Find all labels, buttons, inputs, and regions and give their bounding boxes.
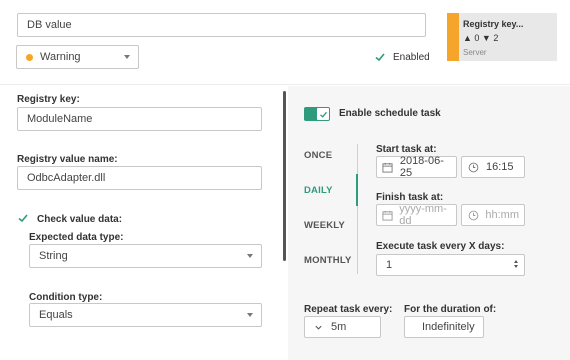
- stepper-arrows-icon[interactable]: [514, 260, 518, 268]
- finish-task-label: Finish task at:: [376, 192, 444, 203]
- every-x-days-value: 1: [386, 259, 393, 271]
- enabled-label: Enabled: [393, 52, 430, 63]
- chevron-down-icon: [247, 254, 253, 258]
- active-tab-indicator: [356, 174, 358, 206]
- tab-daily[interactable]: DAILY: [304, 185, 333, 196]
- db-value-input[interactable]: DB value: [17, 13, 426, 37]
- chevron-down-icon: [247, 313, 253, 317]
- start-date-value: 2018-06-25: [399, 155, 444, 179]
- warning-dot-icon: [26, 53, 33, 61]
- repeat-label: Repeat task every:: [304, 304, 393, 315]
- schedule-panel: Enable schedule task ONCE DAILY WEEKLY M…: [288, 86, 570, 360]
- schedule-enable-label: Enable schedule task: [339, 108, 441, 119]
- repeat-select[interactable]: 5m: [304, 316, 381, 338]
- clock-icon: [467, 161, 480, 174]
- duration-label: For the duration of:: [404, 304, 497, 315]
- condition-type-select[interactable]: Equals: [29, 303, 262, 327]
- registry-value-name-label: Registry value name:: [17, 154, 118, 165]
- check-value-label: Check value data:: [37, 214, 123, 225]
- repeat-value: 5m: [331, 321, 347, 333]
- calendar-icon: [382, 161, 394, 174]
- schedule-toggle[interactable]: [304, 107, 330, 121]
- card-subtitle: Server: [463, 48, 487, 57]
- condition-type-value: Equals: [39, 309, 73, 321]
- severity-value: Warning: [40, 51, 81, 63]
- expected-type-value: String: [39, 250, 68, 262]
- status-accent-bar: [447, 13, 459, 61]
- duration-select[interactable]: Indefinitely: [404, 316, 484, 338]
- registry-value-name-value: OdbcAdapter.dll: [27, 172, 106, 184]
- check-icon: [317, 108, 329, 120]
- registry-key-input[interactable]: ModuleName: [17, 107, 262, 131]
- tab-divider: [357, 144, 358, 274]
- start-task-label: Start task at:: [376, 144, 437, 155]
- finish-date-input[interactable]: yyyy-mm-dd: [376, 203, 457, 227]
- calendar-icon: [382, 209, 393, 222]
- tab-weekly[interactable]: WEEKLY: [304, 220, 345, 231]
- finish-time-input[interactable]: hh:mm: [461, 204, 525, 226]
- tab-once[interactable]: ONCE: [304, 150, 332, 161]
- finish-date-placeholder: yyyy-mm-dd: [399, 203, 447, 227]
- duration-value: Indefinitely: [422, 321, 475, 333]
- card-counts: ▲ 0 ▼ 2: [463, 33, 499, 43]
- every-x-days-label: Execute task every X days:: [376, 241, 505, 252]
- expected-type-label: Expected data type:: [29, 232, 124, 243]
- enabled-checkbox[interactable]: [374, 51, 386, 63]
- start-time-value: 16:15: [486, 161, 514, 173]
- chevron-down-icon: [315, 325, 322, 330]
- every-x-days-stepper[interactable]: 1: [376, 254, 525, 276]
- start-date-input[interactable]: 2018-06-25: [376, 155, 457, 179]
- registry-value-name-input[interactable]: OdbcAdapter.dll: [17, 166, 262, 190]
- start-time-input[interactable]: 16:15: [461, 156, 525, 178]
- db-value-text: DB value: [27, 19, 72, 31]
- check-value-checkbox[interactable]: [17, 212, 29, 224]
- condition-type-label: Condition type:: [29, 292, 103, 303]
- severity-select[interactable]: Warning: [16, 45, 139, 69]
- section-divider: [0, 84, 570, 85]
- registry-status-card[interactable]: Registry key... ▲ 0 ▼ 2 Server: [447, 13, 557, 61]
- chevron-down-icon: [124, 55, 130, 59]
- registry-key-label: Registry key:: [17, 94, 80, 105]
- card-title: Registry key...: [463, 19, 524, 29]
- left-scrollbar[interactable]: [283, 91, 286, 261]
- expected-type-select[interactable]: String: [29, 244, 262, 268]
- finish-time-placeholder: hh:mm: [485, 209, 519, 221]
- tab-monthly[interactable]: MONTHLY: [304, 255, 352, 266]
- registry-key-value: ModuleName: [27, 113, 93, 125]
- clock-icon: [467, 209, 479, 222]
